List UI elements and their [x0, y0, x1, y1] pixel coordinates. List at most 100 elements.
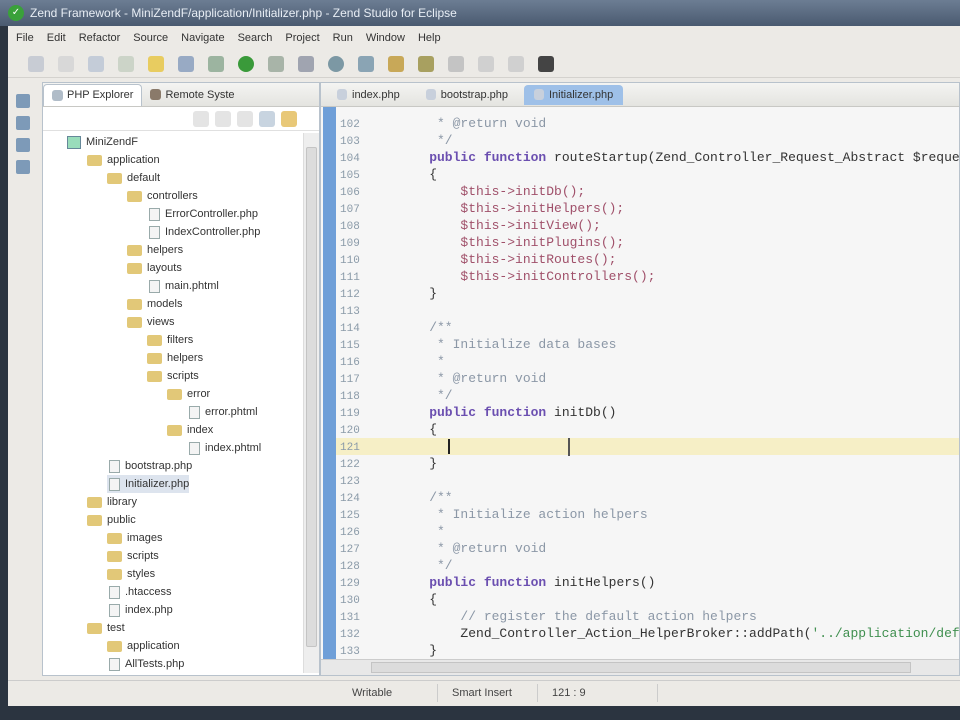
forward-icon[interactable] [508, 55, 524, 72]
tree-item[interactable]: index.php [107, 601, 173, 619]
tree-item[interactable]: filters [147, 331, 193, 349]
print-icon[interactable] [88, 55, 104, 72]
refresh-view-icon[interactable] [16, 116, 30, 130]
link-editor-icon[interactable] [281, 110, 297, 127]
tree-item[interactable]: helpers [147, 349, 203, 367]
tree-item[interactable]: layouts [127, 259, 182, 277]
tree-item-label: helpers [167, 352, 204, 364]
scroll-thumb[interactable] [306, 147, 317, 647]
tree-item[interactable]: Initializer.php [107, 475, 190, 493]
file-icon [189, 441, 200, 455]
menu-edit[interactable]: Edit [47, 32, 66, 44]
tree-item[interactable]: index.phtml [187, 439, 261, 457]
code-token: $this->initPlugins(); [398, 235, 625, 250]
code-line: 133 } [336, 642, 959, 659]
title-bar: ✓ Zend Framework - MiniZendF/application… [0, 0, 960, 26]
folder-icon [147, 370, 162, 382]
tree-item[interactable]: public [87, 511, 136, 529]
back-icon[interactable] [478, 55, 494, 72]
code-line: 115 * Initialize data bases [336, 336, 959, 353]
editor-tab[interactable]: bootstrap.php [416, 85, 518, 105]
tree-item-label: error.phtml [205, 406, 258, 418]
menu-search[interactable]: Search [238, 32, 273, 44]
navigator-icon[interactable] [16, 138, 30, 152]
edit-icon[interactable] [118, 55, 134, 72]
tree-item[interactable]: library [87, 493, 137, 511]
tree-item[interactable]: AllTests.php [107, 655, 184, 673]
editor-hscrollbar[interactable] [321, 659, 959, 675]
tree-item[interactable]: styles [107, 565, 155, 583]
menu-refactor[interactable]: Refactor [79, 32, 121, 44]
tree-item[interactable]: IndexController.php [147, 223, 260, 241]
save-icon[interactable] [58, 55, 74, 72]
code-line: 114 /** [336, 319, 959, 336]
outline-icon[interactable] [16, 94, 30, 108]
tree-item[interactable]: default [107, 169, 160, 187]
code-area[interactable]: 102 * @return void 103 */104 public funct… [336, 115, 959, 659]
file-icon [109, 477, 120, 491]
menu-file[interactable]: File [16, 32, 34, 44]
tree-item[interactable]: .htaccess [107, 583, 171, 601]
servers-icon[interactable] [16, 160, 30, 174]
tab-php-explorer[interactable]: PHP Explorer [43, 83, 143, 106]
tree-item[interactable]: index [167, 421, 213, 439]
code-token: * @return void [398, 371, 547, 386]
ide-window: File Edit Refactor Source Navigate Search Proj… [8, 26, 960, 706]
code-line: 124 /** [336, 489, 959, 506]
debug-icon[interactable] [208, 55, 224, 72]
forward-icon[interactable] [215, 110, 231, 127]
code-token: $this->initDb(); [398, 184, 586, 199]
menu-run[interactable]: Run [333, 32, 353, 44]
menu-help[interactable]: Help [418, 32, 441, 44]
up-icon[interactable] [237, 110, 253, 127]
tree-scrollbar[interactable] [303, 133, 319, 673]
browser-icon[interactable] [328, 55, 344, 72]
tree-item[interactable]: scripts [107, 547, 159, 565]
tree-item[interactable]: controllers [127, 187, 198, 205]
tab-label: bootstrap.php [440, 88, 508, 101]
pin-icon[interactable] [538, 55, 554, 72]
collapse-all-icon[interactable] [259, 110, 275, 127]
external-tools-icon[interactable] [268, 55, 284, 72]
menu-project[interactable]: Project [285, 32, 319, 44]
tree-item[interactable]: error [167, 385, 210, 403]
tree-item[interactable]: bootstrap.php [107, 457, 192, 475]
php-icon[interactable] [148, 55, 164, 72]
tree-item[interactable]: main.phtml [147, 277, 219, 295]
tree-item[interactable]: scripts [147, 367, 199, 385]
back-icon[interactable] [193, 110, 209, 127]
editor-tab[interactable]: Initializer.php [524, 84, 624, 105]
tree-item[interactable]: application [87, 151, 160, 169]
tree-item[interactable]: test [87, 619, 125, 637]
folder-open-icon[interactable] [388, 55, 404, 72]
status-writable: Writable [338, 683, 438, 702]
file-icon [109, 585, 120, 599]
menu-window[interactable]: Window [366, 32, 405, 44]
menu-navigate[interactable]: Navigate [181, 32, 224, 44]
tree-item[interactable]: views [127, 313, 175, 331]
menu-source[interactable]: Source [133, 32, 168, 44]
tree-item[interactable]: images [107, 529, 162, 547]
folder-icon [127, 298, 142, 310]
code-token: /** [398, 320, 453, 335]
navigate-icon[interactable] [448, 55, 464, 72]
search-icon[interactable] [298, 55, 314, 72]
tree-item[interactable]: MiniZendF [67, 133, 138, 151]
tree-item[interactable]: ErrorController.php [147, 205, 258, 223]
refresh-icon[interactable] [178, 55, 194, 72]
tree-item[interactable]: error.phtml [187, 403, 258, 421]
project-tree: MiniZendF application default controllers Er… [43, 133, 301, 673]
tree-item[interactable]: models [127, 295, 182, 313]
scroll-thumb[interactable] [371, 662, 911, 673]
run-icon[interactable] [238, 55, 254, 72]
tree-item[interactable]: helpers [127, 241, 183, 259]
tree-item[interactable]: application [107, 637, 180, 655]
globe-icon[interactable] [358, 55, 374, 72]
new-icon[interactable] [28, 55, 44, 72]
code-token: routeStartup(Zend_Controller_Request_Abs… [554, 150, 959, 165]
package-icon[interactable] [418, 55, 434, 72]
code-token: */ [398, 558, 453, 573]
folder-icon [167, 424, 182, 436]
tab-remote-syste[interactable]: Remote Syste [142, 84, 242, 106]
editor-tab[interactable]: index.php [327, 85, 410, 105]
